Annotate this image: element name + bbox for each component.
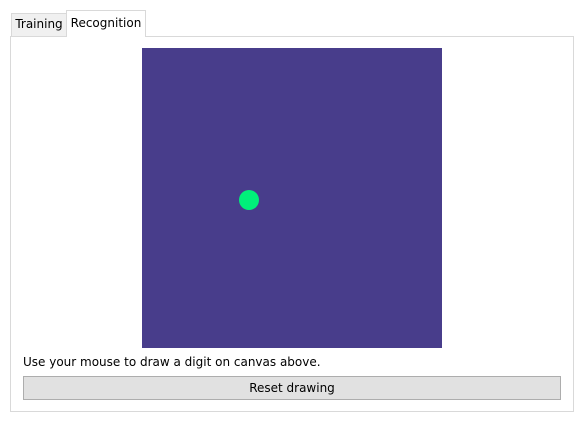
reset-drawing-button[interactable]: Reset drawing — [23, 376, 561, 400]
recognition-panel: Use your mouse to draw a digit on canvas… — [10, 36, 574, 412]
drawing-canvas[interactable] — [142, 48, 442, 348]
app-window: Training Recognition Use your mouse to d… — [0, 0, 584, 422]
tab-training[interactable]: Training — [11, 13, 67, 36]
drawn-stroke-dot — [239, 190, 259, 210]
instructions-text: Use your mouse to draw a digit on canvas… — [23, 355, 321, 369]
tab-recognition[interactable]: Recognition — [66, 10, 146, 37]
